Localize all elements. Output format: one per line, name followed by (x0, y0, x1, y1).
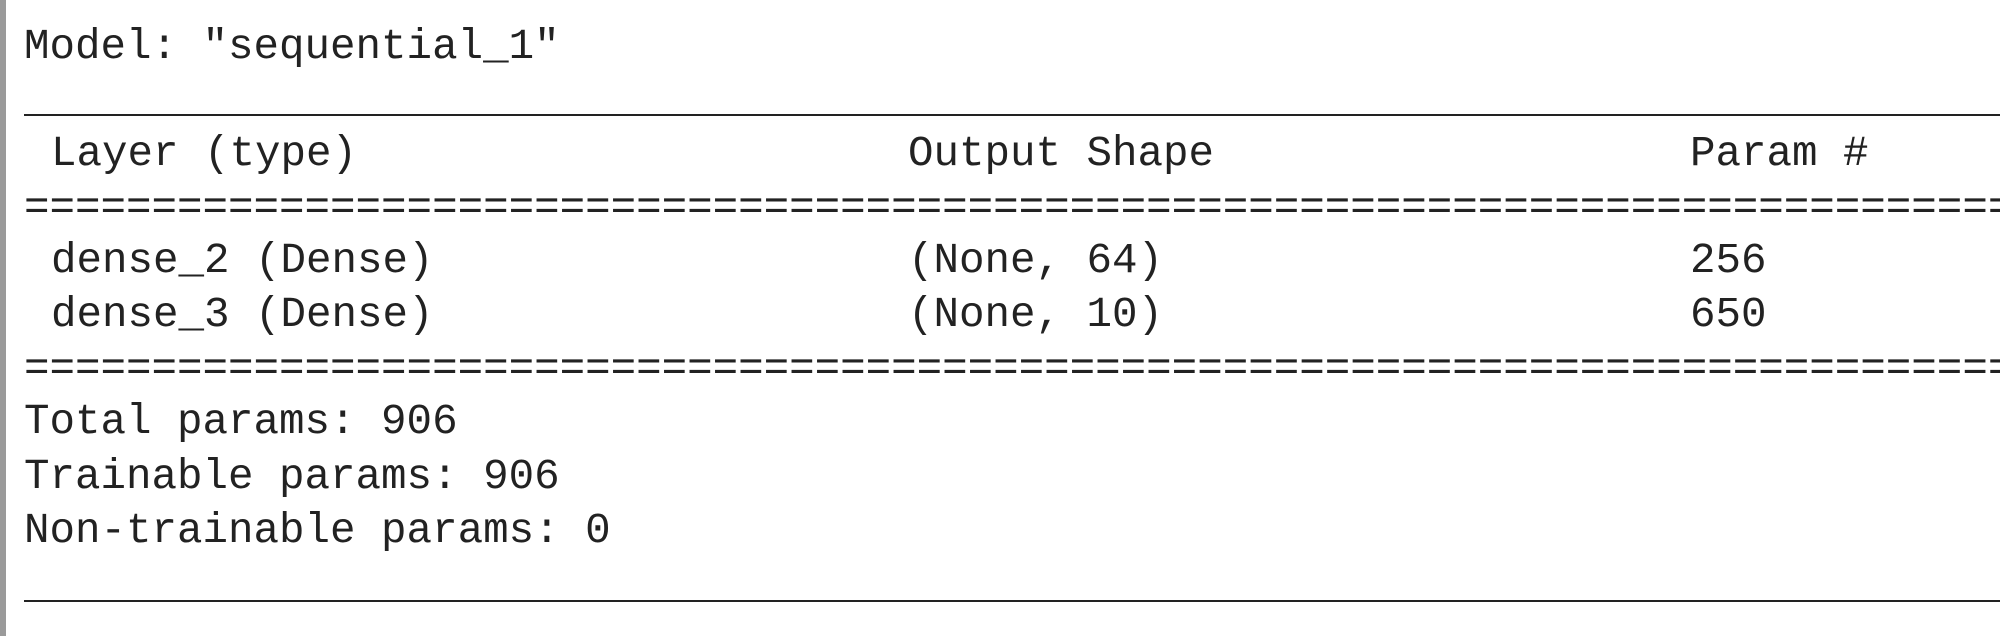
trainable-params: Trainable params: 906 (24, 453, 560, 501)
bottom-rule (24, 600, 2000, 602)
layer-name: dense_2 (Dense) (51, 237, 434, 285)
model-title: Model: "sequential_1" (24, 23, 560, 71)
layer-name: dense_3 (Dense) (51, 291, 434, 339)
separator-bottom: ========================================… (24, 345, 2000, 393)
layer-params: 256 (1690, 237, 1767, 285)
header-layer: Layer (type) (51, 130, 358, 178)
left-border (0, 0, 6, 636)
separator-top: ========================================… (24, 184, 2000, 232)
layer-output-shape: (None, 10) (908, 291, 1164, 339)
layer-output-shape: (None, 64) (908, 237, 1164, 285)
non-trainable-params: Non-trainable params: 0 (24, 507, 611, 555)
layer-params: 650 (1690, 291, 1767, 339)
total-params: Total params: 906 (24, 398, 458, 446)
header-output-shape: Output Shape (908, 130, 1215, 178)
header-params: Param # (1690, 130, 1869, 178)
top-rule (24, 114, 2000, 116)
